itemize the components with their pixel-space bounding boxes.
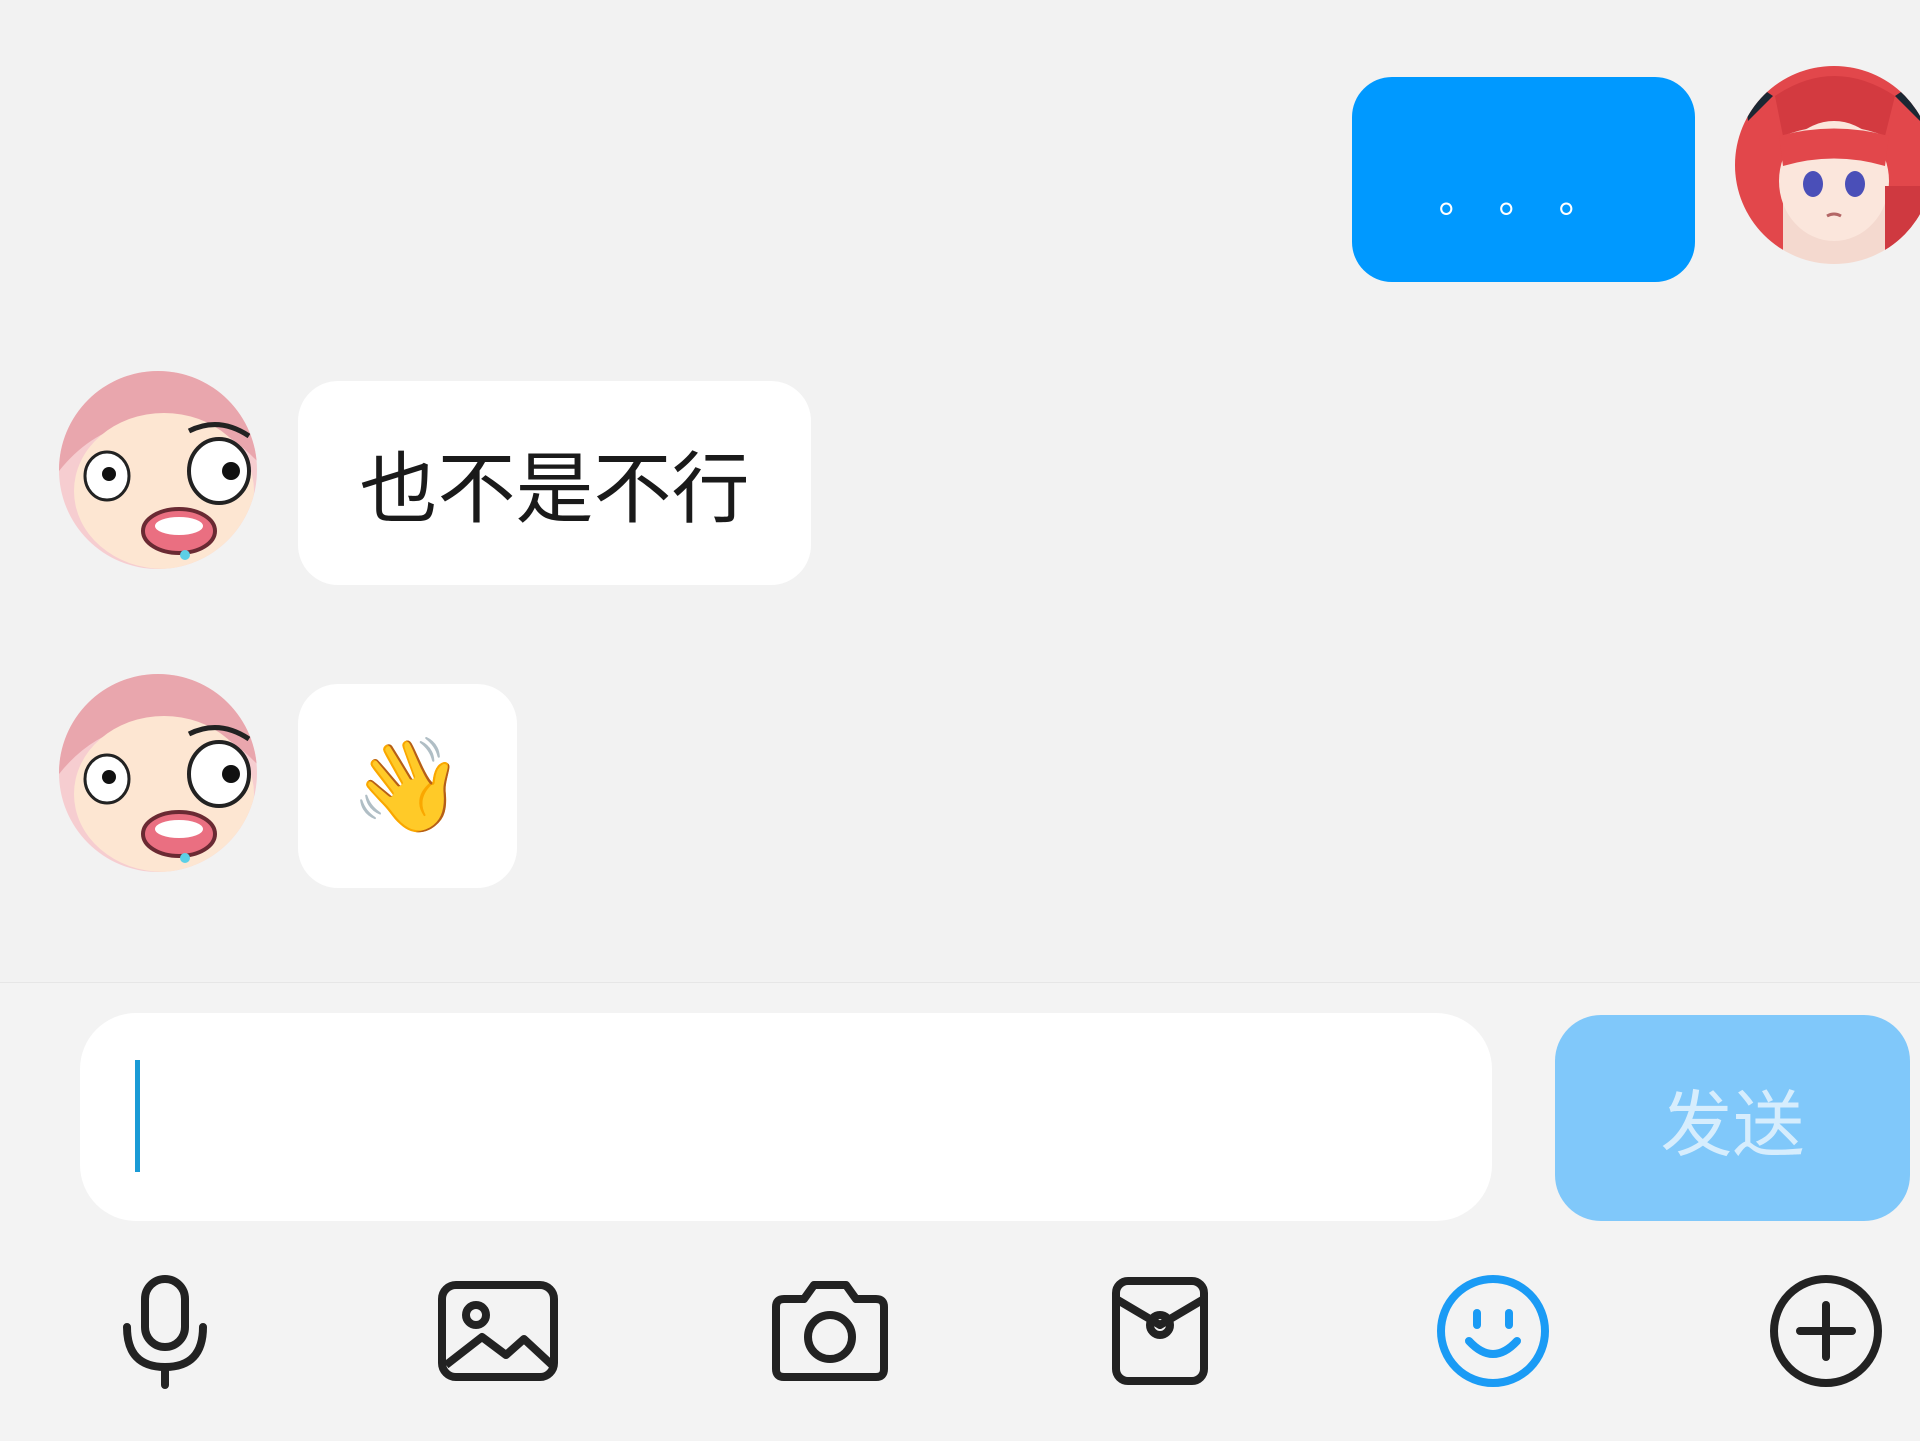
send-button[interactable]: 发送 xyxy=(1555,1015,1910,1221)
message-text: 。。。 xyxy=(1438,175,1639,222)
microphone-icon[interactable] xyxy=(95,1261,235,1401)
plus-icon[interactable] xyxy=(1756,1261,1896,1401)
contact-avatar[interactable] xyxy=(59,674,257,872)
image-icon[interactable] xyxy=(428,1261,568,1401)
message-input[interactable] xyxy=(80,1013,1492,1221)
message-bubble-incoming[interactable]: 👋 xyxy=(298,684,517,888)
camera-icon[interactable] xyxy=(760,1261,900,1401)
contact-avatar[interactable] xyxy=(59,371,257,569)
red-packet-icon[interactable] xyxy=(1090,1261,1230,1401)
message-list[interactable]: 。。。 也不是不行 👋 xyxy=(0,0,1920,982)
text-caret xyxy=(135,1060,140,1172)
self-avatar[interactable] xyxy=(1735,66,1920,264)
input-toolbar xyxy=(0,1261,1920,1401)
message-text: 也不是不行 xyxy=(359,445,750,535)
composer-bar: 发送 xyxy=(0,982,1920,1441)
message-bubble-incoming[interactable]: 也不是不行 xyxy=(298,381,811,585)
emoji-icon[interactable] xyxy=(1423,1261,1563,1401)
waving-hand-emoji: 👋 xyxy=(350,732,465,839)
message-bubble-outgoing[interactable]: 。。。 xyxy=(1352,77,1695,282)
